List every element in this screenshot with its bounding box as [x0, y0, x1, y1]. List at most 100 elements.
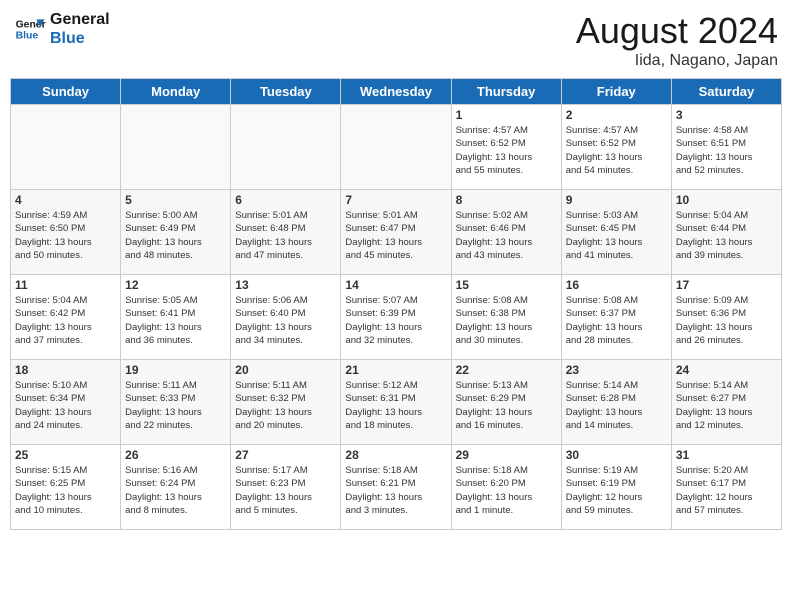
calendar-cell: 14Sunrise: 5:07 AM Sunset: 6:39 PM Dayli… — [341, 275, 451, 360]
calendar-cell: 10Sunrise: 5:04 AM Sunset: 6:44 PM Dayli… — [671, 190, 781, 275]
day-number: 5 — [125, 193, 226, 207]
day-info: Sunrise: 5:18 AM Sunset: 6:20 PM Dayligh… — [456, 464, 557, 517]
calendar-cell — [121, 105, 231, 190]
calendar-cell: 8 Sunrise: 5:02 AM Sunset: 6:46 PM Daylig… — [451, 190, 561, 275]
day-info: Sunrise: 5:09 AM Sunset: 6:36 PM Dayligh… — [676, 294, 777, 347]
calendar-cell: 7Sunrise: 5:01 AM Sunset: 6:47 PM Daylig… — [341, 190, 451, 275]
weekday-saturday: Saturday — [671, 79, 781, 105]
calendar-cell — [11, 105, 121, 190]
calendar-cell: 26 Sunrise: 5:16 AM Sunset: 6:24 PM Dayli… — [121, 445, 231, 530]
logo-general: General — [50, 10, 110, 29]
title-block: August 2024 Iida, Nagano, Japan — [576, 10, 778, 70]
weekday-monday: Monday — [121, 79, 231, 105]
calendar-cell: 25 Sunrise: 5:15 AM Sunset: 6:25 PM Dayli… — [11, 445, 121, 530]
day-number: 6 — [235, 193, 336, 207]
day-number: 15 — [456, 278, 557, 292]
day-number: 18 — [15, 363, 116, 377]
calendar-cell — [231, 105, 341, 190]
calendar-cell: 18 Sunrise: 5:10 AM Sunset: 6:34 PM Dayli… — [11, 360, 121, 445]
day-info: Sunrise: 5:00 AM Sunset: 6:49 PM Dayligh… — [125, 209, 226, 262]
calendar-cell: 22Sunrise: 5:13 AM Sunset: 6:29 PM Dayli… — [451, 360, 561, 445]
day-number: 11 — [15, 278, 116, 292]
day-number: 2 — [566, 108, 667, 122]
day-number: 21 — [345, 363, 446, 377]
calendar-cell: 27 Sunrise: 5:17 AM Sunset: 6:23 PM Dayli… — [231, 445, 341, 530]
day-info: Sunrise: 5:14 AM Sunset: 6:28 PM Dayligh… — [566, 379, 667, 432]
day-number: 27 — [235, 448, 336, 462]
calendar-cell: 16 Sunrise: 5:08 AM Sunset: 6:37 PM Dayli… — [561, 275, 671, 360]
calendar-cell: 4 Sunrise: 4:59 AM Sunset: 6:50 PM Daylig… — [11, 190, 121, 275]
weekday-thursday: Thursday — [451, 79, 561, 105]
day-number: 29 — [456, 448, 557, 462]
day-number: 7 — [345, 193, 446, 207]
weekday-header-row: SundayMondayTuesdayWednesdayThursdayFrid… — [11, 79, 782, 105]
calendar-cell: 31 Sunrise: 5:20 AM Sunset: 6:17 PM Dayli… — [671, 445, 781, 530]
day-number: 3 — [676, 108, 777, 122]
day-info: Sunrise: 5:12 AM Sunset: 6:31 PM Dayligh… — [345, 379, 446, 432]
calendar-cell: 21 Sunrise: 5:12 AM Sunset: 6:31 PM Dayli… — [341, 360, 451, 445]
day-number: 16 — [566, 278, 667, 292]
calendar-cell: 1 Sunrise: 4:57 AM Sunset: 6:52 PM Daylig… — [451, 105, 561, 190]
day-info: Sunrise: 5:01 AM Sunset: 6:48 PM Dayligh… — [235, 209, 336, 262]
day-info: Sunrise: 5:08 AM Sunset: 6:38 PM Dayligh… — [456, 294, 557, 347]
calendar-week-4: 18 Sunrise: 5:10 AM Sunset: 6:34 PM Dayli… — [11, 360, 782, 445]
day-info: Sunrise: 5:03 AM Sunset: 6:45 PM Dayligh… — [566, 209, 667, 262]
calendar-cell: 12Sunrise: 5:05 AM Sunset: 6:41 PM Dayli… — [121, 275, 231, 360]
day-info: Sunrise: 5:06 AM Sunset: 6:40 PM Dayligh… — [235, 294, 336, 347]
calendar-cell: 28 Sunrise: 5:18 AM Sunset: 6:21 PM Dayli… — [341, 445, 451, 530]
calendar-cell: 23 Sunrise: 5:14 AM Sunset: 6:28 PM Dayli… — [561, 360, 671, 445]
day-number: 30 — [566, 448, 667, 462]
month-title: August 2024 — [576, 10, 778, 52]
calendar-cell — [341, 105, 451, 190]
day-info: Sunrise: 5:02 AM Sunset: 6:46 PM Dayligh… — [456, 209, 557, 262]
calendar-cell: 17 Sunrise: 5:09 AM Sunset: 6:36 PM Dayli… — [671, 275, 781, 360]
calendar-cell: 13 Sunrise: 5:06 AM Sunset: 6:40 PM Dayli… — [231, 275, 341, 360]
day-number: 23 — [566, 363, 667, 377]
weekday-wednesday: Wednesday — [341, 79, 451, 105]
day-info: Sunrise: 5:10 AM Sunset: 6:34 PM Dayligh… — [15, 379, 116, 432]
calendar-cell: 5 Sunrise: 5:00 AM Sunset: 6:49 PM Daylig… — [121, 190, 231, 275]
calendar-week-3: 11 Sunrise: 5:04 AM Sunset: 6:42 PM Dayli… — [11, 275, 782, 360]
day-number: 8 — [456, 193, 557, 207]
calendar-week-5: 25 Sunrise: 5:15 AM Sunset: 6:25 PM Dayli… — [11, 445, 782, 530]
weekday-tuesday: Tuesday — [231, 79, 341, 105]
calendar-table: SundayMondayTuesdayWednesdayThursdayFrid… — [10, 78, 782, 530]
calendar-cell: 2Sunrise: 4:57 AM Sunset: 6:52 PM Daylig… — [561, 105, 671, 190]
day-number: 28 — [345, 448, 446, 462]
day-number: 10 — [676, 193, 777, 207]
day-info: Sunrise: 4:57 AM Sunset: 6:52 PM Dayligh… — [456, 124, 557, 177]
calendar-cell: 9 Sunrise: 5:03 AM Sunset: 6:45 PM Daylig… — [561, 190, 671, 275]
calendar-week-2: 4 Sunrise: 4:59 AM Sunset: 6:50 PM Daylig… — [11, 190, 782, 275]
day-info: Sunrise: 5:11 AM Sunset: 6:33 PM Dayligh… — [125, 379, 226, 432]
day-info: Sunrise: 5:14 AM Sunset: 6:27 PM Dayligh… — [676, 379, 777, 432]
day-number: 4 — [15, 193, 116, 207]
calendar-cell: 11 Sunrise: 5:04 AM Sunset: 6:42 PM Dayli… — [11, 275, 121, 360]
day-number: 1 — [456, 108, 557, 122]
day-info: Sunrise: 5:17 AM Sunset: 6:23 PM Dayligh… — [235, 464, 336, 517]
logo-icon: General Blue — [14, 13, 46, 45]
weekday-friday: Friday — [561, 79, 671, 105]
day-info: Sunrise: 5:20 AM Sunset: 6:17 PM Dayligh… — [676, 464, 777, 517]
day-number: 26 — [125, 448, 226, 462]
day-number: 17 — [676, 278, 777, 292]
day-info: Sunrise: 5:08 AM Sunset: 6:37 PM Dayligh… — [566, 294, 667, 347]
weekday-sunday: Sunday — [11, 79, 121, 105]
day-number: 9 — [566, 193, 667, 207]
day-info: Sunrise: 5:07 AM Sunset: 6:39 PM Dayligh… — [345, 294, 446, 347]
day-info: Sunrise: 5:15 AM Sunset: 6:25 PM Dayligh… — [15, 464, 116, 517]
day-info: Sunrise: 5:11 AM Sunset: 6:32 PM Dayligh… — [235, 379, 336, 432]
calendar-cell: 15 Sunrise: 5:08 AM Sunset: 6:38 PM Dayli… — [451, 275, 561, 360]
day-info: Sunrise: 5:16 AM Sunset: 6:24 PM Dayligh… — [125, 464, 226, 517]
day-number: 25 — [15, 448, 116, 462]
day-number: 20 — [235, 363, 336, 377]
day-number: 12 — [125, 278, 226, 292]
calendar-week-1: 1 Sunrise: 4:57 AM Sunset: 6:52 PM Daylig… — [11, 105, 782, 190]
calendar-cell: 6 Sunrise: 5:01 AM Sunset: 6:48 PM Daylig… — [231, 190, 341, 275]
location: Iida, Nagano, Japan — [576, 52, 778, 70]
day-info: Sunrise: 4:59 AM Sunset: 6:50 PM Dayligh… — [15, 209, 116, 262]
day-number: 31 — [676, 448, 777, 462]
day-info: Sunrise: 5:18 AM Sunset: 6:21 PM Dayligh… — [345, 464, 446, 517]
day-info: Sunrise: 5:04 AM Sunset: 6:42 PM Dayligh… — [15, 294, 116, 347]
day-number: 13 — [235, 278, 336, 292]
calendar-cell: 30Sunrise: 5:19 AM Sunset: 6:19 PM Dayli… — [561, 445, 671, 530]
